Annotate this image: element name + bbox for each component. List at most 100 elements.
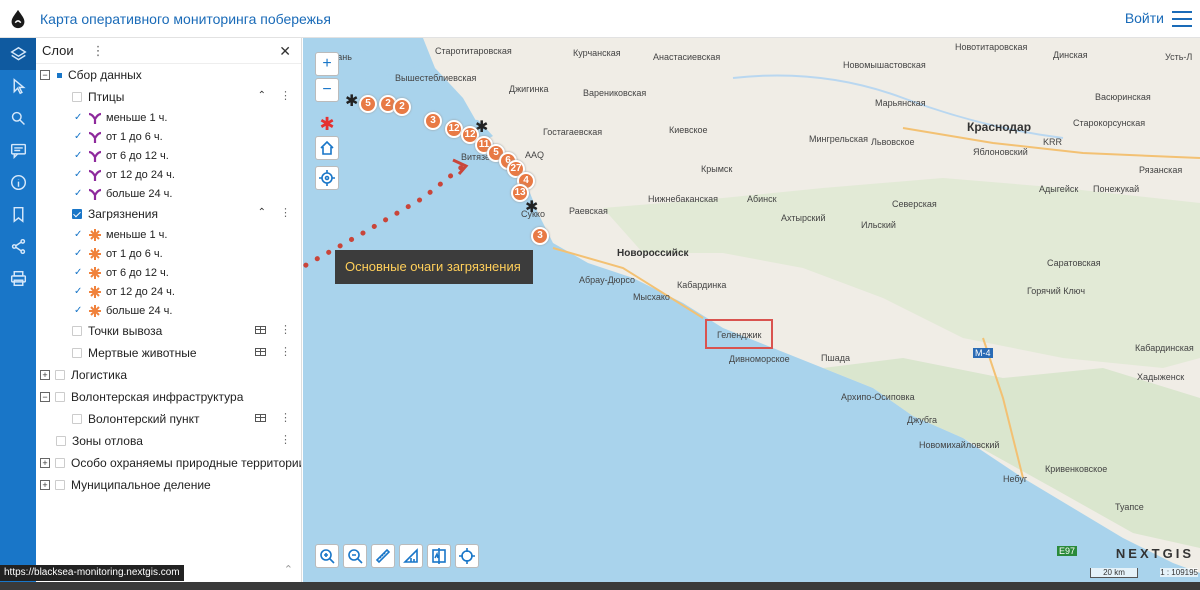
bird-icon [87, 148, 103, 164]
table-icon[interactable] [255, 347, 266, 356]
layer-group-volunteer-infrastructure[interactable]: − Волонтерская инфраструктура [36, 386, 301, 408]
layer-label: Сбор данных [68, 68, 142, 82]
layer-checkbox[interactable] [55, 458, 65, 468]
collapse-icon[interactable]: − [40, 392, 50, 402]
layer-group-logistics[interactable]: + Логистика [36, 364, 301, 386]
check-icon: ✓ [74, 267, 83, 278]
scale-ratio: 1 : 109195 [1160, 568, 1198, 577]
layer-group-municipal-division[interactable]: + Муниципальное деление [36, 474, 301, 496]
expand-icon[interactable]: + [40, 370, 50, 380]
layer-checkbox[interactable] [72, 92, 82, 102]
area-measure-icon[interactable] [399, 544, 423, 568]
login-button[interactable]: Войти [1125, 10, 1164, 26]
map-place-label: Новотитаровская [955, 42, 1028, 52]
layer-group-birds[interactable]: Птицы ⌃ ⋮ [36, 86, 301, 108]
bird-icon [87, 167, 103, 183]
layer-checkbox[interactable] [72, 414, 82, 424]
comment-icon[interactable] [0, 134, 36, 166]
info-icon[interactable] [0, 166, 36, 198]
legend-item: ✓ от 1 до 6 ч. [36, 127, 301, 146]
more-options-icon[interactable]: ⋮ [280, 206, 291, 219]
map-place-label: Новомихайловский [919, 440, 1000, 450]
print-icon[interactable] [0, 262, 36, 294]
more-options-icon[interactable]: ⋮ [280, 323, 291, 336]
close-icon[interactable]: ✕ [279, 43, 291, 60]
legend-label: от 12 до 24 ч. [106, 168, 175, 181]
cluster-marker[interactable]: 13 [511, 184, 529, 202]
table-icon[interactable] [255, 413, 266, 422]
crosshair-icon[interactable] [455, 544, 479, 568]
swipe-compare-icon[interactable] [427, 544, 451, 568]
map-place-label: Саратовская [1047, 258, 1101, 268]
more-options-icon[interactable]: ⋮ [280, 433, 291, 446]
cluster-marker[interactable]: 2 [393, 98, 411, 116]
home-button[interactable] [315, 136, 339, 160]
map-place-label: Раевская [569, 206, 608, 216]
road-label: E97 [1057, 546, 1078, 556]
share-icon[interactable] [0, 230, 36, 262]
check-icon: ✓ [74, 112, 83, 123]
layer-checkbox[interactable] [55, 392, 65, 402]
check-icon: ✓ [74, 305, 83, 316]
layer-checkbox[interactable] [72, 209, 82, 219]
more-options-icon[interactable]: ⋮ [280, 411, 291, 424]
pollution-icon [87, 303, 103, 319]
layer-checkbox[interactable] [55, 370, 65, 380]
cluster-marker[interactable]: 3 [424, 112, 442, 130]
pollution-icon [87, 246, 103, 262]
map-place-label: Абрау-Дюрсо [579, 275, 636, 285]
legend-label: меньше 1 ч. [106, 111, 168, 124]
zoom-out-button[interactable]: − [315, 78, 339, 102]
map-place-label: Старотитаровская [435, 46, 512, 56]
nextgis-logo-icon[interactable] [0, 0, 36, 38]
pollution-icon [87, 265, 103, 281]
zoom-in-button[interactable]: + [315, 52, 339, 76]
layer-dead-animals[interactable]: Мертвые животные ⋮ [36, 342, 301, 364]
layers-icon[interactable] [0, 38, 36, 70]
expand-icon[interactable]: + [40, 480, 50, 490]
layer-volunteer-point[interactable]: Волонтерский пункт ⋮ [36, 408, 301, 430]
collapse-icon[interactable]: − [40, 70, 50, 80]
zoom-out-tool-button[interactable] [343, 544, 367, 568]
layer-catch-zones[interactable]: Зоны отлова ⋮ [36, 430, 301, 452]
layer-group-protected-areas[interactable]: + Особо охраняемы природные территории [36, 452, 301, 474]
chevron-up-icon[interactable]: ⌃ [258, 90, 266, 101]
partial-check-icon[interactable] [57, 72, 62, 78]
layer-checkbox[interactable] [55, 480, 65, 490]
map-view[interactable]: Тамань Старотитаровская Курчанская Анаст… [303, 38, 1200, 582]
road-label: М-4 [973, 348, 993, 358]
search-icon[interactable] [0, 102, 36, 134]
map-place-label: Усть-Л [1165, 52, 1193, 62]
asterisk-marker-icon[interactable]: ✱ [525, 200, 538, 216]
select-cursor-icon[interactable] [0, 70, 36, 102]
chevron-up-icon[interactable]: ⌃ [284, 563, 293, 576]
ruler-icon[interactable] [371, 544, 395, 568]
cluster-marker[interactable]: 3 [531, 227, 549, 245]
cluster-marker[interactable]: 5 [359, 95, 377, 113]
map-place-label: Курчанская [573, 48, 621, 58]
layer-checkbox[interactable] [72, 326, 82, 336]
bird-icon [87, 186, 103, 202]
map-place-label: Абинск [747, 194, 777, 204]
layer-checkbox[interactable] [56, 436, 66, 446]
asterisk-marker-icon[interactable]: ✱ [345, 94, 358, 110]
legend-label: больше 24 ч. [106, 304, 173, 317]
more-options-icon[interactable]: ⋮ [280, 89, 291, 102]
map-place-label: Архипо-Осиповка [841, 392, 915, 402]
layer-checkbox[interactable] [72, 348, 82, 358]
pollution-marker-icon[interactable]: ✱ [315, 112, 339, 136]
map-place-label: Джигинка [509, 84, 549, 94]
layer-export-points[interactable]: Точки вывоза ⋮ [36, 320, 301, 342]
menu-icon[interactable] [1172, 11, 1192, 27]
table-icon[interactable] [255, 325, 266, 334]
bookmark-icon[interactable] [0, 198, 36, 230]
layer-group-pollution[interactable]: Загрязнения ⌃ ⋮ [36, 203, 301, 225]
locate-button[interactable] [315, 166, 339, 190]
zoom-in-tool-button[interactable] [315, 544, 339, 568]
legend-item: ✓ больше 24 ч. [36, 301, 301, 320]
expand-icon[interactable]: + [40, 458, 50, 468]
layer-group-data-collection[interactable]: − Сбор данных [36, 64, 301, 86]
chevron-up-icon[interactable]: ⌃ [258, 207, 266, 218]
more-options-icon[interactable]: ⋮ [92, 43, 105, 59]
more-options-icon[interactable]: ⋮ [280, 345, 291, 358]
